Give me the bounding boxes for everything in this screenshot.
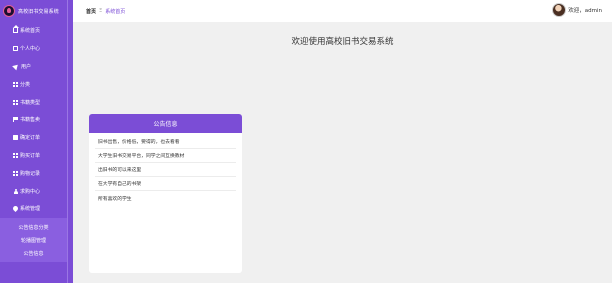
sidebar-item-label: 个人中心 <box>20 46 41 53</box>
sidebar-item-label: 购买订单 <box>20 152 41 159</box>
user-icon <box>13 188 18 194</box>
send-icon <box>12 62 20 71</box>
sidebar-item-label: 求购中心 <box>20 188 41 195</box>
page-title: 欢迎使用高校旧书交易系统 <box>291 37 394 47</box>
sidebar-item-label: 用户 <box>21 63 32 70</box>
sidebar-item-label: 购物记录 <box>20 170 41 177</box>
flag-icon <box>13 117 18 123</box>
sidebar-item-profile[interactable]: 个人中心 <box>0 40 67 58</box>
main-content: 欢迎使用高校旧书交易系统 公告信息 旧书出售，价格低，要得的，也去看看 大学生旧… <box>73 22 612 283</box>
sidebar-item-label: 书籍类型 <box>20 99 41 106</box>
submenu-item-notices[interactable]: 公告信息 <box>0 247 67 260</box>
app-title: 高校旧书交易系统 <box>18 8 59 15</box>
sidebar-item-label: 书籍售卖 <box>20 117 41 124</box>
system-management-submenu: 公告信息分类 轮播图管理 公告信息 <box>0 217 67 262</box>
sidebar-item-purchase-orders[interactable]: 购买订单 <box>0 147 67 165</box>
breadcrumb-separator-icon: Ξ <box>99 8 103 14</box>
grid-icon <box>13 152 18 158</box>
notice-card: 公告信息 旧书出售，价格低，要得的，也去看看 大学生旧书交易平台，同学之间互换教… <box>89 114 242 273</box>
sidebar-item-label: 确定订单 <box>20 135 41 142</box>
list-item[interactable]: 旧书出售，价格低，要得的，也去看看 <box>95 135 236 149</box>
grid-icon <box>13 170 18 176</box>
sidebar-item-home[interactable]: 系统首页 <box>0 22 67 40</box>
grid-icon <box>13 81 18 87</box>
user-menu[interactable]: 欢迎，admin <box>552 3 602 17</box>
sidebar-item-label: 分类 <box>20 81 31 88</box>
submenu-item-carousel[interactable]: 轮播图管理 <box>0 234 67 247</box>
breadcrumb: 首页 Ξ 系统首页 <box>73 8 125 15</box>
submenu-item-notice-category[interactable]: 公告信息分类 <box>0 221 67 234</box>
breadcrumb-home[interactable]: 首页 <box>86 8 96 15</box>
sidebar-item-purchase-records[interactable]: 购物记录 <box>0 164 67 182</box>
notice-list: 旧书出售，价格低，要得的，也去看看 大学生旧书交易平台，同学之间互换教材 出旧书… <box>89 133 242 207</box>
list-item[interactable]: 在大学有自己的书架 <box>95 177 236 191</box>
list-item[interactable]: 出旧书的可以来这里 <box>95 163 236 177</box>
logo-icon <box>3 5 15 17</box>
list-item[interactable]: 大学生旧书交易平台，同学之间互换教材 <box>95 149 236 163</box>
sidebar-item-label: 系统首页 <box>20 28 41 35</box>
sidebar-item-book-sale[interactable]: 书籍售卖 <box>0 111 67 129</box>
sidebar-item-wanted-center[interactable]: 求购中心 <box>0 182 67 200</box>
sidebar-item-book-types[interactable]: 书籍类型 <box>0 93 67 111</box>
breadcrumb-current: 系统首页 <box>105 8 126 15</box>
grid-icon <box>13 99 18 105</box>
card-icon <box>13 46 18 52</box>
avatar[interactable] <box>552 3 567 17</box>
sidebar-item-system-management[interactable]: 系统管理 <box>0 200 67 218</box>
folder-icon <box>13 135 18 141</box>
pin-icon <box>11 205 20 213</box>
sidebar-item-label: 系统管理 <box>20 206 41 213</box>
notice-card-title: 公告信息 <box>89 114 242 133</box>
welcome-text: 欢迎，admin <box>568 8 602 14</box>
sidebar: 高校旧书交易系统 系统首页 个人中心 用户 分类 书籍类型 书籍售卖 确定订单 … <box>0 0 67 283</box>
sidebar-item-category[interactable]: 分类 <box>0 75 67 93</box>
top-header: 首页 Ξ 系统首页 欢迎，admin <box>73 0 612 22</box>
list-item[interactable]: 所有喜欢的学生 <box>95 191 236 205</box>
sidebar-item-users[interactable]: 用户 <box>0 58 67 76</box>
brand[interactable]: 高校旧书交易系统 <box>0 0 67 22</box>
sidebar-item-confirm-orders[interactable]: 确定订单 <box>0 129 67 147</box>
home-icon <box>13 25 19 34</box>
